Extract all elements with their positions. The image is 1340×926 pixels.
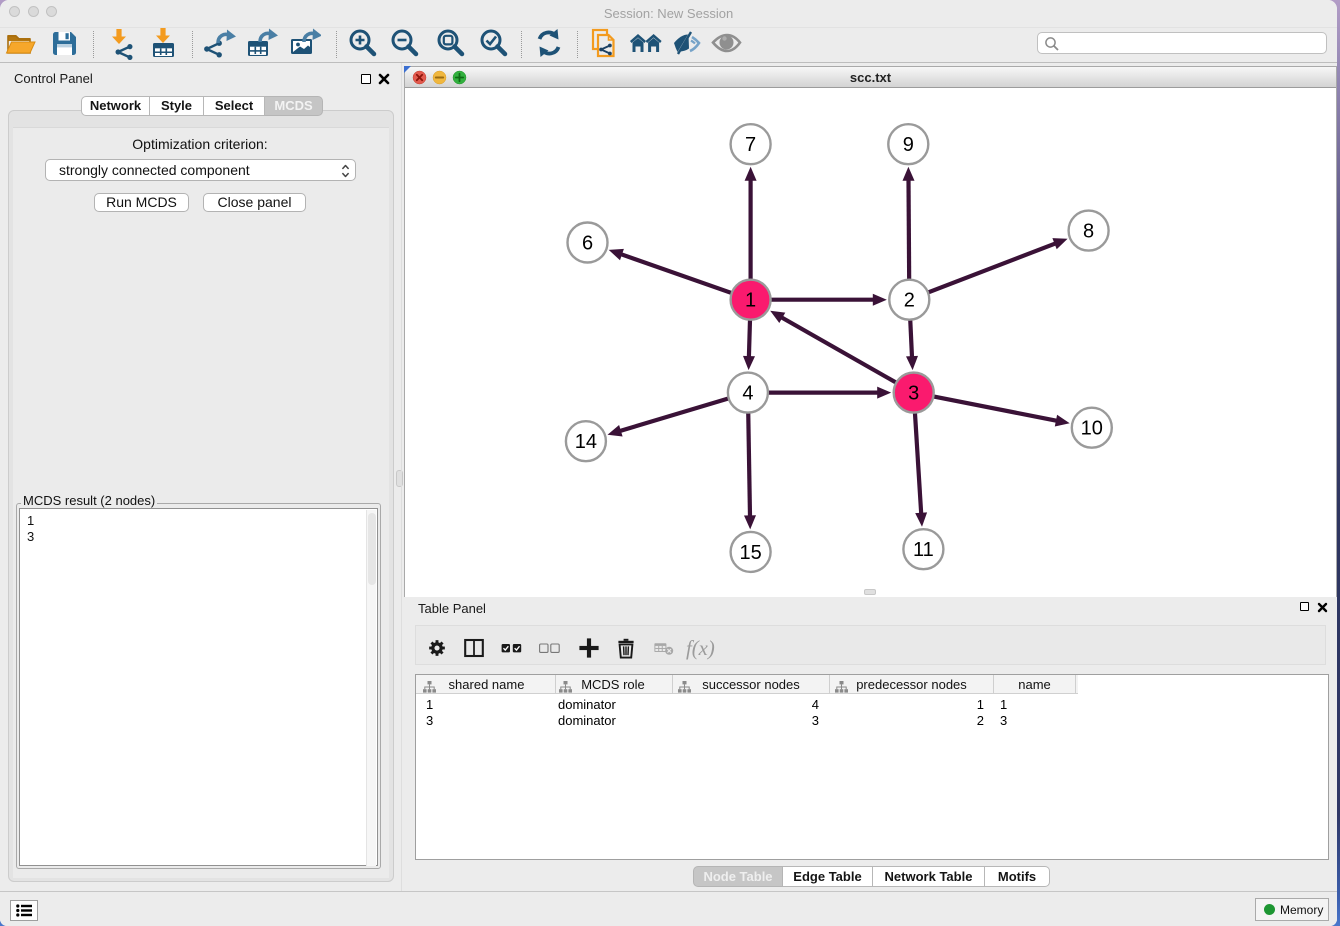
svg-text:f(x): f(x) (686, 638, 715, 660)
svg-text:9: 9 (903, 134, 914, 156)
svg-text:4: 4 (742, 383, 753, 405)
svg-text:14: 14 (575, 431, 597, 453)
svg-text:10: 10 (1081, 418, 1103, 440)
svg-text:6: 6 (582, 233, 593, 255)
svg-text:3: 3 (908, 383, 919, 405)
svg-text:11: 11 (913, 539, 934, 561)
svg-text:15: 15 (739, 542, 761, 564)
svg-text:7: 7 (745, 134, 756, 156)
svg-text:1: 1 (745, 290, 756, 312)
svg-text:2: 2 (904, 290, 915, 312)
svg-text:8: 8 (1083, 221, 1094, 243)
